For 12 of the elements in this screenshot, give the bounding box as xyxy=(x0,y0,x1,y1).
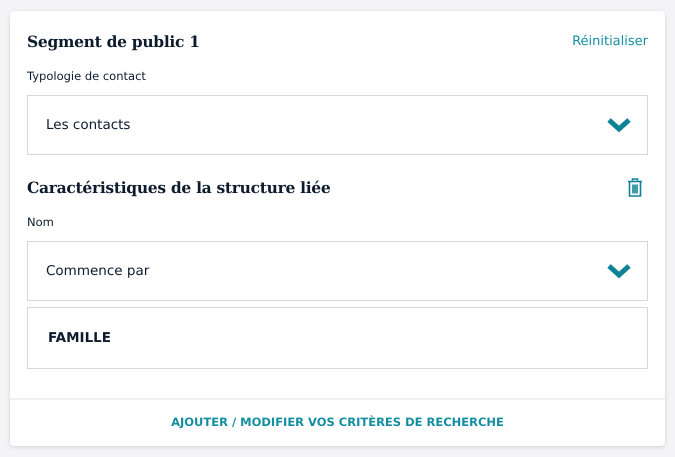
trash-icon[interactable] xyxy=(627,178,643,196)
select-field[interactable]: Commence par xyxy=(27,241,648,301)
field-label: Nom xyxy=(27,215,55,229)
text-field[interactable]: FAMILLE xyxy=(27,307,648,369)
segment-title: Segment de public 1 xyxy=(27,32,200,50)
section-title: Caractéristiques de la structure liée xyxy=(27,178,330,196)
chevron-down-icon xyxy=(607,263,631,279)
add-criteria-link[interactable]: AJOUTER / MODIFIER VOS CRITÈRES DE RECHERCHE xyxy=(171,415,504,429)
reset-link[interactable]: Réinitialiser xyxy=(572,34,648,48)
chevron-down-icon xyxy=(607,117,631,133)
field-label: Typologie de contact xyxy=(27,69,147,83)
select-field[interactable]: Les contacts xyxy=(27,95,648,155)
